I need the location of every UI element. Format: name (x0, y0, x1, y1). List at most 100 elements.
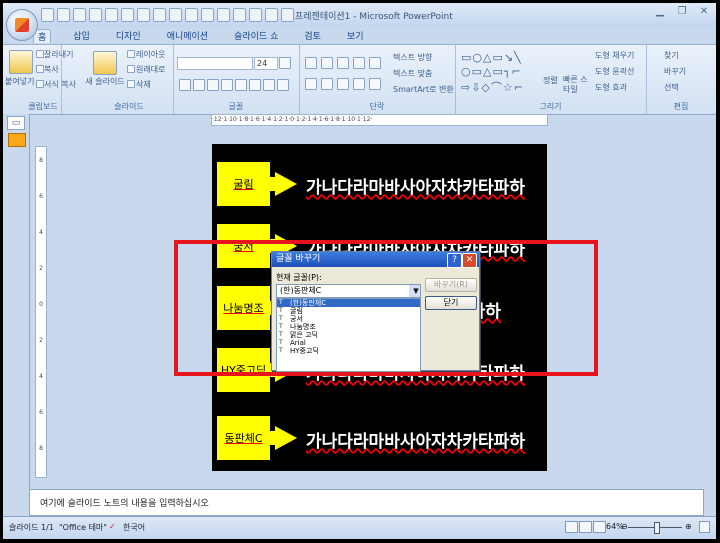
font-option[interactable]: T 궁서 (277, 315, 420, 323)
shapes-icon[interactable] (169, 8, 182, 22)
font-option[interactable]: T (한)동판체C (277, 299, 420, 307)
grid-icon[interactable] (137, 8, 150, 22)
select-button[interactable]: 선택 (664, 82, 679, 93)
paste-icon[interactable] (9, 50, 33, 74)
shape-effects-button[interactable]: 도형 효과 (595, 82, 627, 93)
align-right-icon[interactable] (337, 78, 349, 90)
font-option[interactable]: T HY중고딕 (277, 347, 420, 355)
font-option[interactable]: T Arial (277, 339, 420, 347)
replace-button[interactable]: 바꾸기 (664, 66, 686, 77)
arrange-button[interactable]: 정렬 (543, 75, 558, 86)
reset-button[interactable]: 원래대로 (136, 64, 165, 75)
tab-review[interactable]: 검토 (300, 29, 325, 43)
align-icon[interactable] (105, 8, 118, 22)
table-icon[interactable] (121, 8, 134, 22)
zoom-slider-thumb[interactable] (654, 522, 660, 534)
tab-animations[interactable]: 애니메이션 (163, 29, 212, 43)
language-indicator[interactable]: 한국어 (123, 522, 145, 533)
quick-styles-button[interactable]: 빠른 스타일 (563, 75, 591, 95)
tab-slideshow[interactable]: 슬라이드 쇼 (230, 29, 282, 43)
settings-icon[interactable] (249, 8, 262, 22)
line-spacing-icon[interactable] (369, 57, 381, 69)
justify-icon[interactable] (353, 78, 365, 90)
shape-outline-button[interactable]: 도형 윤곽선 (595, 66, 634, 77)
shapes-gallery[interactable]: ▭○△▭↘╲ (461, 51, 522, 64)
arrow-icon[interactable] (201, 8, 214, 22)
list-icon[interactable] (265, 8, 278, 22)
office-button[interactable] (6, 9, 38, 41)
strikethrough-icon[interactable] (221, 79, 233, 91)
slide-sorter-icon[interactable] (579, 521, 592, 533)
sample-text-gulim[interactable]: 가나다라마바사아자차카타파하 (306, 173, 525, 198)
text-direction-button[interactable]: 텍스트 방향 (393, 52, 432, 63)
fit-window-icon[interactable] (699, 521, 710, 533)
underline-icon[interactable] (207, 79, 219, 91)
format-painter-icon[interactable] (36, 80, 44, 88)
redo-icon[interactable] (73, 8, 86, 22)
reset-icon[interactable] (127, 65, 135, 73)
font-label-gulim[interactable]: 굴림 (217, 162, 270, 206)
font-option[interactable]: T 굴림 (277, 307, 420, 315)
copy-button[interactable]: 복사 (44, 64, 59, 75)
save-icon[interactable] (41, 8, 54, 22)
zoom-in-icon[interactable]: ⊕ (685, 522, 692, 531)
close-icon[interactable]: ✕ (696, 6, 712, 20)
help-icon[interactable]: ? (447, 253, 462, 268)
font-dropdown-list[interactable]: T (한)동판체C T 굴림 T 궁서 T 나눔명조 T 맑은 고딕 T Arial T HY… (276, 298, 421, 372)
format-icon[interactable] (153, 8, 166, 22)
font-color-icon[interactable] (217, 8, 230, 22)
zoom-out-icon[interactable]: ⊖ (621, 522, 628, 531)
font-size-box[interactable]: 24 (254, 57, 278, 70)
undo-icon[interactable] (57, 8, 70, 22)
tab-insert[interactable]: 삽입 (69, 29, 94, 43)
font-name-box[interactable] (177, 57, 253, 70)
change-case-icon[interactable] (263, 79, 275, 91)
current-font-combo[interactable]: (한)동판체C ▼ (276, 284, 421, 298)
italic-icon[interactable] (193, 79, 205, 91)
new-slide-button[interactable]: 새 슬라이드 (85, 77, 125, 87)
more-icon[interactable] (281, 8, 294, 22)
spacing-icon[interactable] (249, 79, 261, 91)
sample-text-dongpan[interactable]: 가나다라마바사아자차카타파하 (306, 427, 525, 452)
columns-icon[interactable] (369, 78, 381, 90)
cut-button[interactable]: 잘라내기 (44, 49, 73, 60)
bold-icon[interactable] (89, 8, 102, 22)
shapes-gallery-row3[interactable]: ⇨⇩◇⌒☆⌐ (461, 79, 524, 95)
font-color-button-icon[interactable] (277, 79, 289, 91)
shape-fill-button[interactable]: 도형 채우기 (595, 50, 634, 61)
shadow-icon[interactable] (235, 79, 247, 91)
align-left-icon[interactable] (305, 78, 317, 90)
paste-button[interactable]: 붙여넣기 (5, 76, 34, 87)
tab-view[interactable]: 보기 (343, 29, 368, 43)
increase-indent-icon[interactable] (353, 57, 365, 69)
spellcheck-icon[interactable]: ✓ (109, 522, 116, 531)
minimize-icon[interactable]: ▁ (652, 6, 668, 20)
bold-button-icon[interactable] (179, 79, 191, 91)
delete-button[interactable]: 삭제 (136, 79, 151, 90)
slide-thumbnail[interactable] (8, 133, 26, 147)
grow-font-icon[interactable] (279, 57, 291, 69)
align-text-button[interactable]: 텍스트 맞춤 (393, 68, 432, 79)
decrease-indent-icon[interactable] (337, 57, 349, 69)
copy-icon[interactable] (36, 65, 44, 73)
delete-icon[interactable] (127, 80, 135, 88)
shapes-gallery-row2[interactable]: ○▭△▭┐⌐ (461, 65, 522, 78)
notes-pane[interactable]: 여기에 슬라이드 노트의 내용을 입력하십시오 (29, 489, 704, 516)
slides-tab[interactable]: ▭ (7, 116, 25, 130)
font-option[interactable]: T 나눔명조 (277, 323, 420, 331)
picture-icon[interactable] (233, 8, 246, 22)
format-copy-button[interactable]: 서식 복사 (44, 79, 76, 90)
smartart-button[interactable]: SmartArt로 변환 (393, 84, 454, 95)
align-center-icon[interactable] (321, 78, 333, 90)
restore-icon[interactable]: ❐ (674, 6, 690, 20)
layout-icon[interactable] (127, 50, 135, 58)
normal-view-icon[interactable] (565, 521, 578, 533)
close-dialog-button[interactable]: 닫기 (425, 296, 477, 310)
pen-icon[interactable] (185, 8, 198, 22)
dialog-close-icon[interactable]: ✕ (462, 253, 477, 268)
bullets-icon[interactable] (305, 57, 317, 69)
new-slide-icon[interactable] (93, 51, 117, 75)
replace-font-button[interactable]: 바꾸기(R) (425, 278, 477, 292)
cut-icon[interactable] (36, 50, 44, 58)
font-option[interactable]: T 맑은 고딕 (277, 331, 420, 339)
